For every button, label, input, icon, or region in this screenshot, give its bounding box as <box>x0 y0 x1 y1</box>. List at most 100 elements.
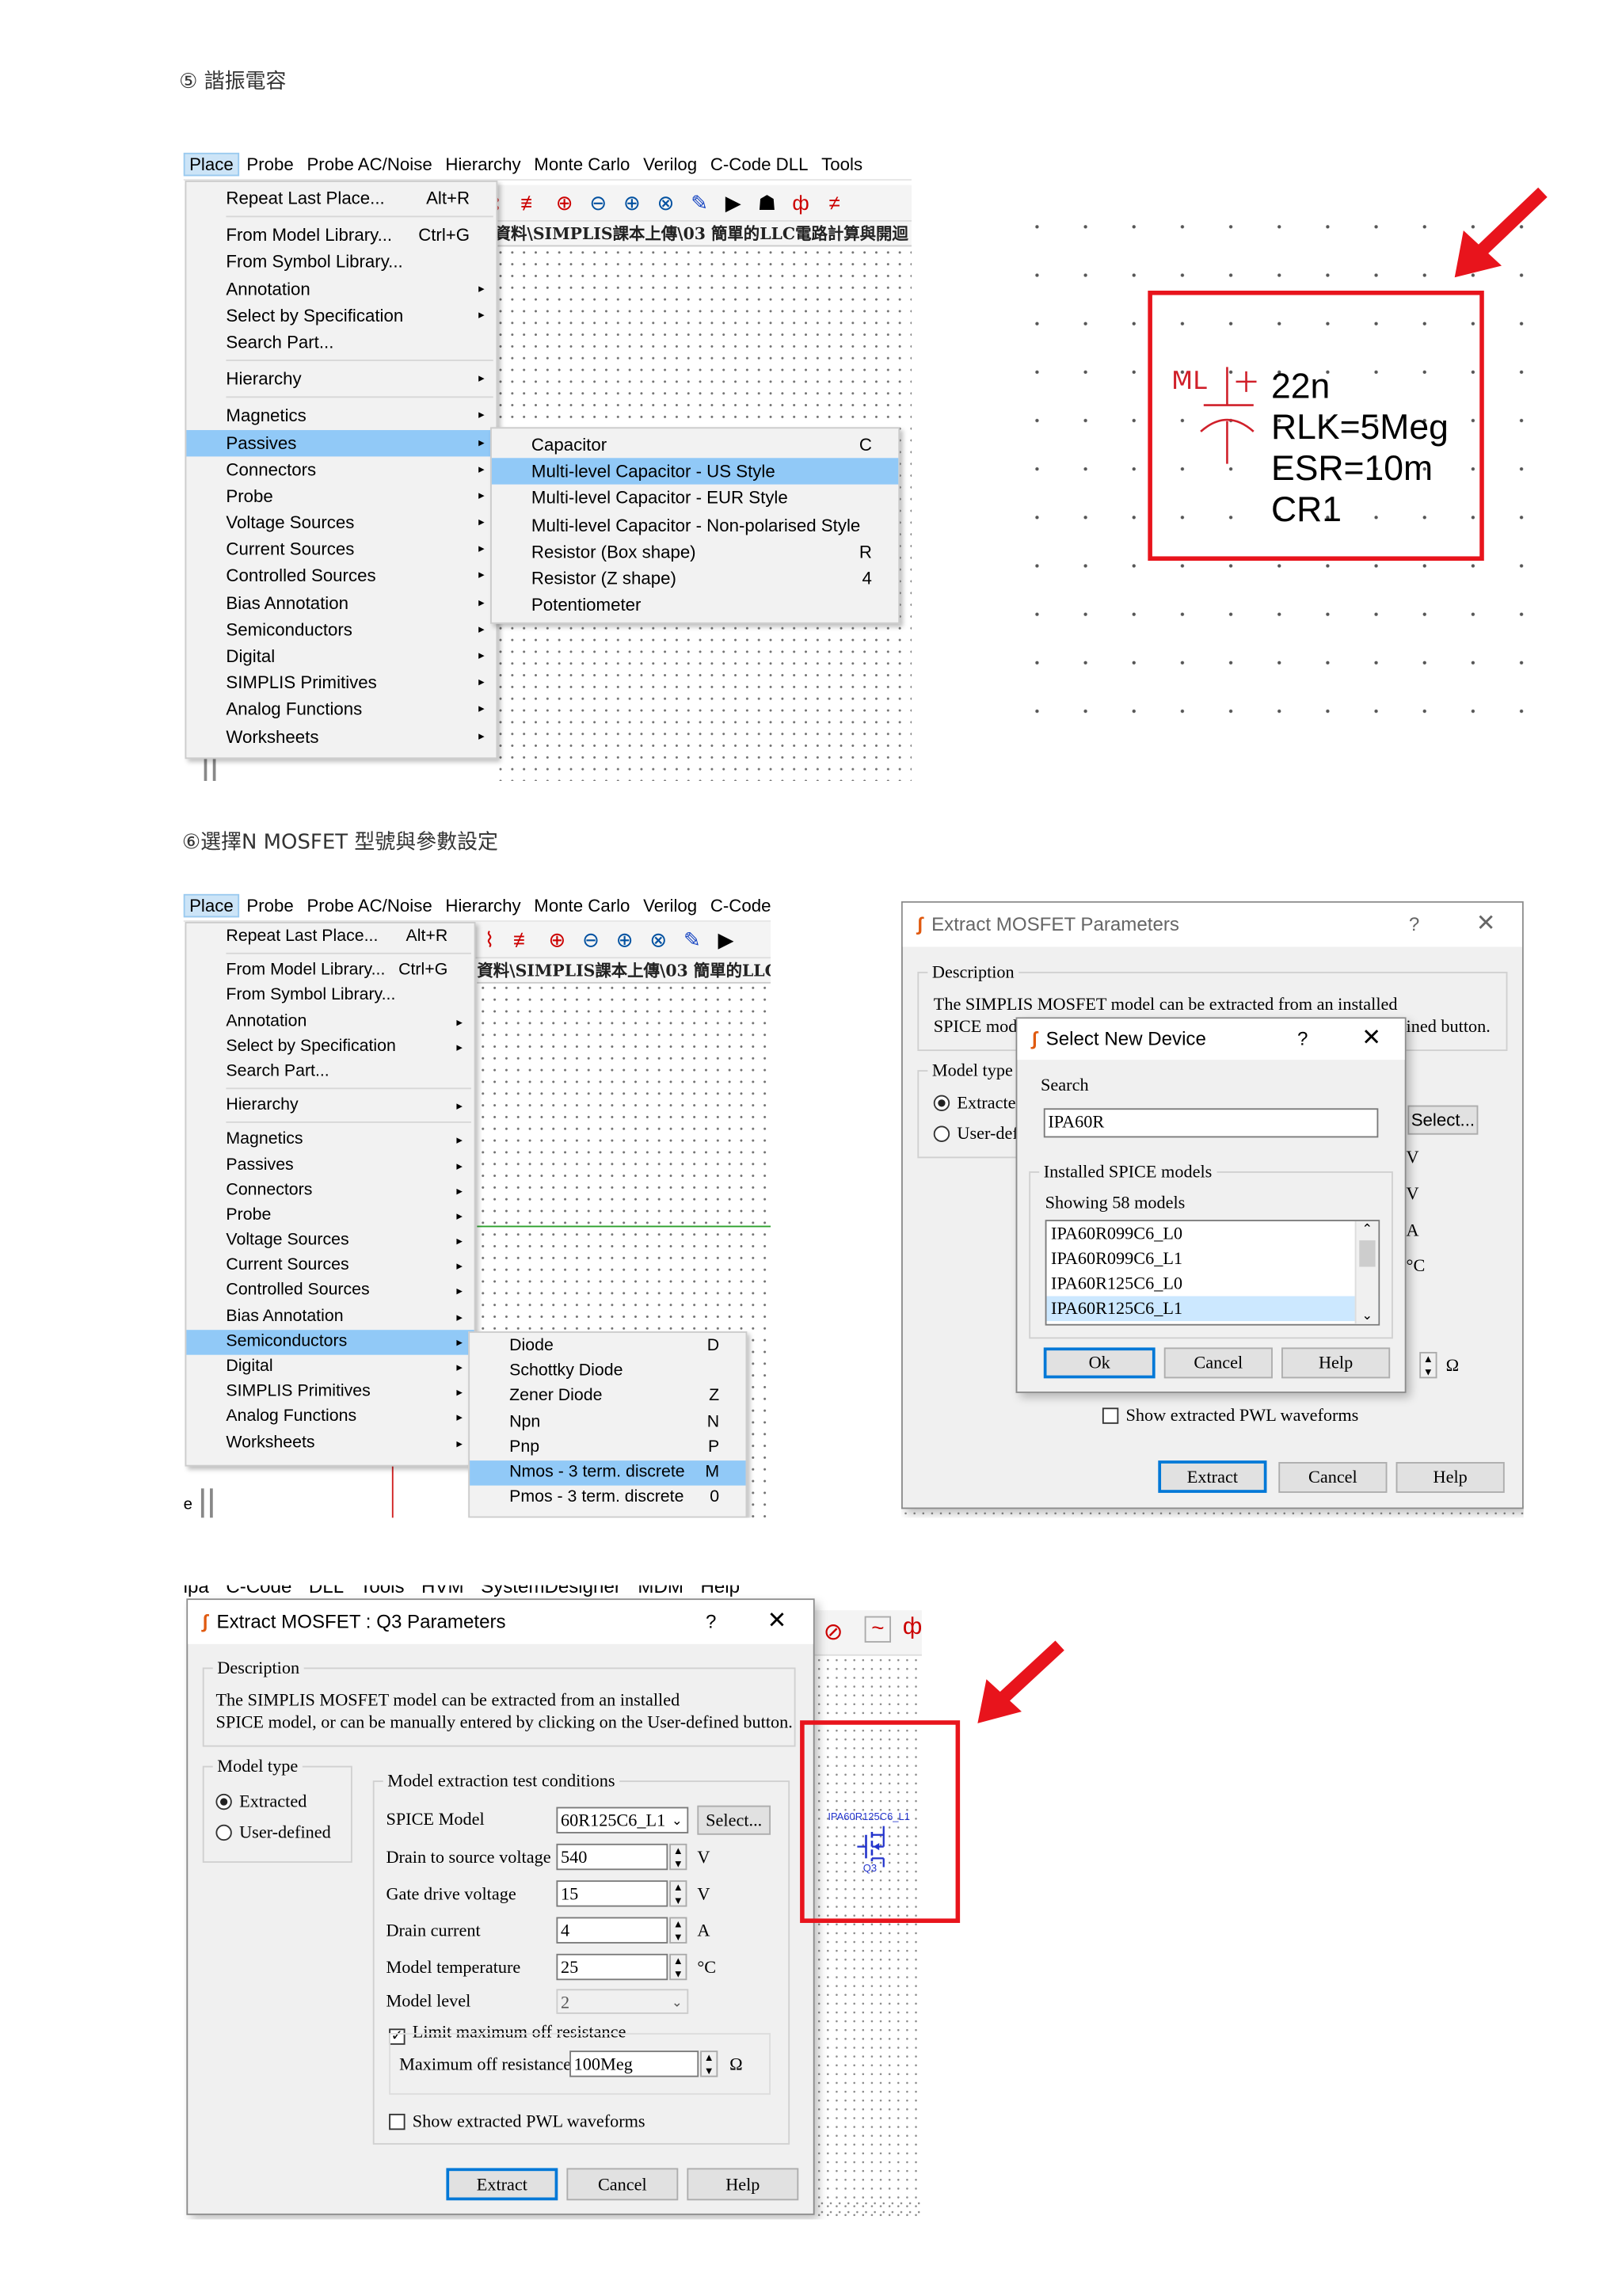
drain-source-voltage-input[interactable]: 540 <box>556 1843 668 1871</box>
menu-item-from-symbol-library[interactable]: From Symbol Library... <box>186 984 474 1009</box>
list-item[interactable]: IPA60R125C6_L0 <box>1046 1271 1378 1296</box>
close-icon[interactable]: ✕ <box>1476 903 1496 947</box>
show-pwl-checkbox[interactable]: Show extracted PWL waveforms <box>1102 1405 1358 1427</box>
menu-probe[interactable]: Probe <box>241 153 299 177</box>
menu-item-multi-level-capacitor-us[interactable]: Multi-level Capacitor - US Style <box>491 458 899 485</box>
model-list[interactable]: IPA60R099C6_L0 IPA60R099C6_L1 IPA60R125C… <box>1045 1220 1380 1326</box>
menu-item-connectors[interactable]: Connectors ▸ <box>186 1178 474 1204</box>
scrollbar[interactable]: ⌃ ⌄ <box>1354 1221 1379 1324</box>
menu-item-passives[interactable]: Passives ▸ <box>186 1153 474 1178</box>
menu-item-connectors[interactable]: Connectors ▸ <box>186 456 496 483</box>
menu-item-analog-functions[interactable]: Analog Functions ▸ <box>186 696 496 723</box>
menu-item-worksheets[interactable]: Worksheets ▸ <box>186 1430 474 1456</box>
help-icon[interactable]: ? <box>1409 903 1419 947</box>
help-button[interactable]: Help <box>1281 1347 1391 1379</box>
model-level-select[interactable]: 2 ⌄ <box>556 1989 689 2014</box>
menu-item-digital[interactable]: Digital ▸ <box>186 1355 474 1380</box>
probe-icon[interactable]: ф <box>786 188 814 216</box>
radio-user-defined[interactable]: User-defined <box>215 1822 331 1844</box>
menu-item-passives[interactable]: Passives ▸ <box>186 429 497 456</box>
menu-hierarchy[interactable]: Hierarchy <box>440 894 527 918</box>
zoom-out-icon[interactable]: ⊖ <box>577 926 604 954</box>
cancel-button[interactable]: Cancel <box>566 2168 679 2201</box>
menu-item-select-by-specification[interactable]: Select by Specification ▸ <box>186 1034 474 1060</box>
menu-place[interactable]: Place <box>183 893 240 918</box>
menu-item-multi-level-capacitor-eur[interactable]: Multi-level Capacitor - EUR Style <box>492 485 898 512</box>
menu-verilog[interactable]: Verilog <box>638 153 703 177</box>
menu-item-repeat-last-place[interactable]: Repeat Last Place... Alt+R <box>186 185 496 212</box>
menu-item-hierarchy[interactable]: Hierarchy ▸ <box>186 366 496 393</box>
menu-item-probe[interactable]: Probe ▸ <box>186 483 496 510</box>
help-button[interactable]: Help <box>687 2168 799 2201</box>
menu-item-annotation[interactable]: Annotation ▸ <box>186 276 496 303</box>
spice-model-select[interactable]: 60R125C6_L1 ⌄ <box>556 1807 689 1833</box>
menu-item-voltage-sources[interactable]: Voltage Sources ▸ <box>186 1228 474 1254</box>
scroll-thumb[interactable] <box>1359 1240 1376 1267</box>
gate-drive-voltage-input[interactable]: 15 <box>556 1880 668 1907</box>
list-item[interactable]: IPA60R099C6_L1 <box>1046 1247 1378 1272</box>
radio-extracted[interactable]: Extracte <box>933 1092 1016 1114</box>
zoom-fit-icon[interactable]: ⊗ <box>652 188 680 216</box>
drain-current-input[interactable]: 4 <box>556 1917 668 1944</box>
menu-item-current-sources[interactable]: Current Sources ▸ <box>186 1254 474 1279</box>
menu-item-semiconductors[interactable]: Semiconductors ▸ <box>186 616 496 643</box>
probe-icon[interactable]: ⊘ <box>824 1617 843 1647</box>
menu-item-search-part[interactable]: Search Part... <box>186 1060 474 1085</box>
chevron-down-icon[interactable]: ⌄ <box>1357 1308 1379 1323</box>
menu-item-multi-level-capacitor-np[interactable]: Multi-level Capacitor - Non-polarised St… <box>492 512 898 539</box>
close-icon[interactable]: ✕ <box>767 1600 787 1644</box>
close-icon[interactable]: ✕ <box>1361 1019 1381 1060</box>
menu-item-from-model-library[interactable]: From Model Library... Ctrl+G <box>186 959 474 984</box>
spin-icon[interactable]: ▲ ▼ <box>669 1843 687 1871</box>
waveform-icon[interactable]: ~ <box>864 1616 892 1643</box>
zoom-fit-icon[interactable]: ⊗ <box>645 926 672 954</box>
menu-item-diode[interactable]: Diode D <box>470 1335 745 1360</box>
menu-monte-carlo[interactable]: Monte Carlo <box>528 894 636 918</box>
max-off-resistance-input[interactable]: 100Meg <box>569 2050 699 2077</box>
menu-item-from-symbol-library[interactable]: From Symbol Library... <box>186 249 496 276</box>
wire-icon[interactable]: ⌇ <box>476 926 504 954</box>
menu-item-select-by-specification[interactable]: Select by Specification ▸ <box>186 302 496 329</box>
help-icon[interactable]: ? <box>1297 1019 1308 1060</box>
spin-icon[interactable]: ▲ ▼ <box>1419 1351 1437 1379</box>
menu-item-schottky-diode[interactable]: Schottky Diode <box>470 1360 745 1385</box>
ok-button[interactable]: Ok <box>1043 1347 1156 1379</box>
menu-item-probe[interactable]: Probe ▸ <box>186 1204 474 1229</box>
menu-item-voltage-sources[interactable]: Voltage Sources ▸ <box>186 509 496 536</box>
menu-item-bias-annotation[interactable]: Bias Annotation ▸ <box>186 1304 474 1330</box>
list-item[interactable]: IPA60R125C6_L1 <box>1046 1296 1379 1322</box>
spin-icon[interactable]: ▲ ▼ <box>700 2050 718 2077</box>
bus-icon[interactable]: ≢ <box>509 926 537 954</box>
select-button[interactable]: Select... <box>1407 1105 1479 1135</box>
menu-item-capacitor[interactable]: Capacitor C <box>492 432 898 459</box>
menu-item-current-sources[interactable]: Current Sources ▸ <box>186 536 496 563</box>
menu-item-controlled-sources[interactable]: Controlled Sources ▸ <box>186 563 496 590</box>
select-button[interactable]: Select... <box>697 1805 771 1835</box>
menu-item-search-part[interactable]: Search Part... <box>186 329 496 356</box>
search-input[interactable]: IPA60R <box>1043 1108 1379 1138</box>
menu-verilog[interactable]: Verilog <box>638 894 703 918</box>
spin-icon[interactable]: ▲ ▼ <box>669 1953 687 1981</box>
spin-icon[interactable]: ▲ ▼ <box>669 1880 687 1907</box>
pencil-icon[interactable]: ✎ <box>678 926 706 954</box>
run-icon[interactable]: ▶ <box>712 926 740 954</box>
menu-item-npn[interactable]: Npn N <box>470 1410 745 1435</box>
help-icon[interactable]: ? <box>706 1600 716 1644</box>
zoom-in-icon[interactable]: ⊕ <box>618 188 645 216</box>
menu-item-hierarchy[interactable]: Hierarchy ▸ <box>186 1094 474 1119</box>
menu-item-analog-functions[interactable]: Analog Functions ▸ <box>186 1405 474 1430</box>
menu-probe-ac-noise[interactable]: Probe AC/Noise <box>301 894 438 918</box>
list-item[interactable]: IPA60R099C6_L0 <box>1046 1221 1378 1247</box>
probe-current-icon[interactable]: ф <box>903 1615 922 1641</box>
menu-item-annotation[interactable]: Annotation ▸ <box>186 1009 474 1034</box>
chevron-up-icon[interactable]: ⌃ <box>1357 1221 1379 1237</box>
spin-icon[interactable]: ▲ ▼ <box>669 1917 687 1944</box>
menu-item-controlled-sources[interactable]: Controlled Sources ▸ <box>186 1279 474 1304</box>
help-button[interactable]: Help <box>1395 1461 1505 1493</box>
menu-place[interactable]: Place <box>183 152 240 177</box>
menu-item-bias-annotation[interactable]: Bias Annotation ▸ <box>186 589 496 616</box>
menu-item-magnetics[interactable]: Magnetics ▸ <box>186 1128 474 1153</box>
menu-item-potentiometer[interactable]: Potentiometer <box>492 592 898 619</box>
extract-button[interactable]: Extract <box>446 2168 558 2201</box>
menu-item-resistor-z[interactable]: Resistor (Z shape) 4 <box>492 565 898 592</box>
